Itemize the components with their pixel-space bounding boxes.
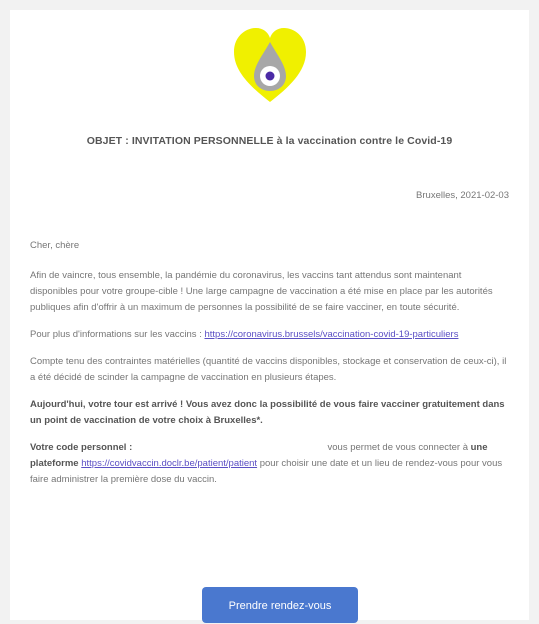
code-suffix: vous permet de vous connecter à — [327, 442, 468, 453]
platform-link[interactable]: https://covidvaccin.doclr.be/patient/pat… — [81, 458, 257, 469]
paragraph-code: Votre code personnel : vous permet de vo… — [30, 440, 511, 488]
paragraph-info: Pour plus d'informations sur les vaccins… — [30, 327, 511, 343]
info-link[interactable]: https://coronavirus.brussels/vaccination… — [204, 329, 458, 340]
email-date: Bruxelles, 2021-02-03 — [416, 190, 509, 201]
paragraph-constraints: Compte tenu des contraintes matérielles … — [30, 356, 507, 383]
greeting: Cher, chère — [30, 240, 80, 251]
paragraph-intro: Afin de vaincre, tous ensemble, la pandé… — [30, 270, 493, 313]
info-prefix: Pour plus d'informations sur les vaccins… — [30, 329, 202, 340]
vaccination-heart-logo-icon — [234, 28, 306, 102]
email-card: OBJET : INVITATION PERSONNELLE à la vacc… — [10, 10, 529, 623]
email-subject: OBJET : INVITATION PERSONNELLE à la vacc… — [86, 135, 453, 147]
code-label: Votre code personnel : — [30, 442, 133, 453]
email-body: Cher, chère Afin de vaincre, tous ensemb… — [30, 238, 511, 499]
book-appointment-button[interactable]: Prendre rendez-vous — [202, 587, 358, 623]
paragraph-your-turn: Aujourd'hui, votre tour est arrivé ! Vou… — [30, 399, 505, 426]
logo-drop-dot — [265, 71, 275, 81]
